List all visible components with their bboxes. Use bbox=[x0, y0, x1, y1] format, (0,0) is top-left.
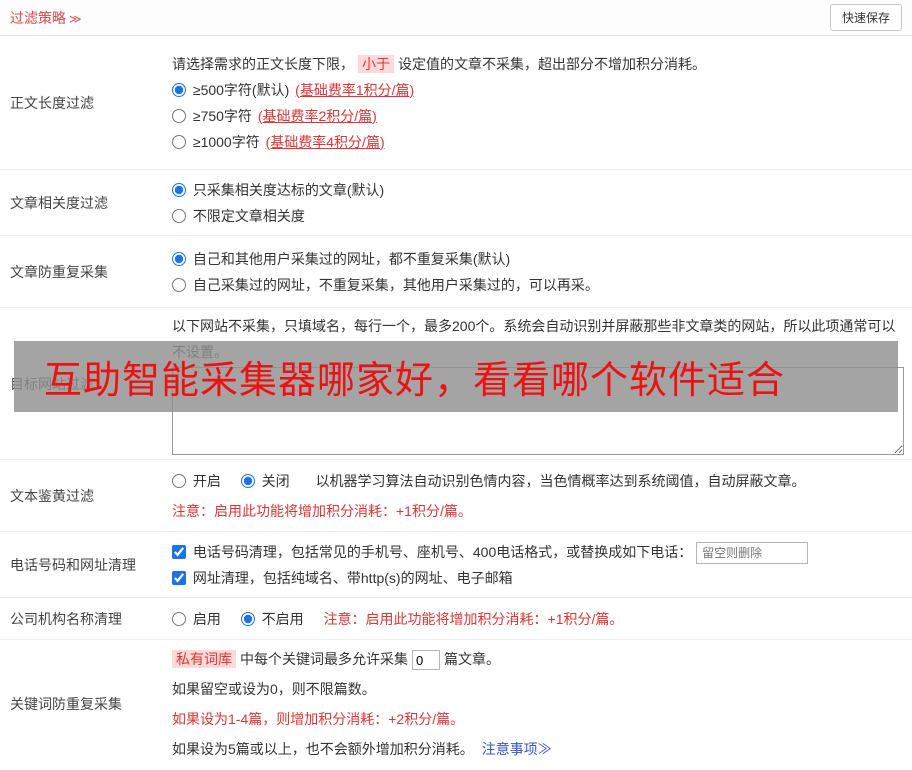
notes-link[interactable]: 注意事项≫ bbox=[482, 741, 552, 757]
option-label: ≥500字符(默认) bbox=[192, 81, 294, 98]
length-filter-label: 正文长度过滤 bbox=[10, 94, 94, 111]
relevance-filter-label: 文章相关度过滤 bbox=[10, 194, 108, 211]
url-clean-checkbox[interactable] bbox=[172, 570, 186, 585]
dedup-filter-label: 文章防重复采集 bbox=[10, 263, 108, 280]
intro-text-after: 设定值的文章不采集，超出部分不增加积分消耗。 bbox=[398, 55, 706, 72]
relevance-filter-content: 只采集相关度达标的文章(默认) 不限定文章相关度 bbox=[172, 171, 912, 235]
porn-option-off[interactable]: 关闭 bbox=[240, 472, 294, 489]
option-cost: (基础费率4积分/篇) bbox=[265, 133, 385, 150]
keyword-dedup-line2: 如果留空或设为0，则不限篇数。 bbox=[172, 681, 376, 697]
watermark-overlay: 互助智能采集器哪家好，看看哪个软件适合 bbox=[14, 341, 898, 412]
intro-text-before: 请选择需求的正文长度下限， bbox=[172, 55, 354, 72]
porn-option-off-radio[interactable] bbox=[240, 473, 255, 488]
length-option-1000-radio[interactable] bbox=[172, 134, 186, 149]
option-label: 不启用 bbox=[261, 610, 304, 627]
length-option-row-750: ≥750字符 (基础费率2积分/篇) bbox=[172, 103, 904, 129]
length-option-750-radio[interactable] bbox=[172, 108, 186, 123]
dedup-filter-content: 自己和其他用户采集过的网址，都不重复采集(默认) 自己采集过的网址，不重复采集，… bbox=[172, 240, 912, 304]
company-clean-enable-radio[interactable] bbox=[172, 611, 186, 626]
keyword-dedup-label: 关键词防重复采集 bbox=[10, 696, 122, 712]
length-option-500[interactable]: ≥500字符(默认) (基础费率1积分/篇) bbox=[172, 82, 414, 98]
porn-filter-label: 文本鉴黄过滤 bbox=[10, 487, 94, 504]
keyword-dedup-line4: 如果设为5篇或以上，也不会额外增加积分消耗。 注意事项≫ bbox=[172, 734, 904, 764]
length-option-750[interactable]: ≥750字符 (基础费率2积分/篇) bbox=[172, 108, 377, 124]
option-label: 自己和其他用户采集过的网址，都不重复采集(默认) bbox=[192, 250, 511, 267]
option-label: 只采集相关度达标的文章(默认) bbox=[192, 181, 385, 198]
relevance-option-any[interactable]: 不限定文章相关度 bbox=[172, 208, 305, 224]
option-cost: (基础费率1积分/篇) bbox=[295, 81, 415, 98]
keyword-dedup-line3: 如果设为1-4篇，则增加积分消耗：+2积分/篇。 bbox=[172, 711, 465, 727]
line1-text: 中每个关键词最多允许采集 bbox=[240, 651, 408, 667]
length-option-1000[interactable]: ≥1000字符 (基础费率4积分/篇) bbox=[172, 134, 385, 150]
option-label: 启用 bbox=[192, 610, 221, 627]
line4-text: 如果设为5篇或以上，也不会额外增加积分消耗。 bbox=[172, 741, 474, 757]
porn-filter-note: 注意：启用此功能将增加积分消耗：+1积分/篇。 bbox=[172, 502, 472, 519]
row-relevance-filter: 文章相关度过滤 只采集相关度达标的文章(默认) 不限定文章相关度 bbox=[0, 170, 912, 236]
porn-filter-content: 开启 关闭 以机器学习算法自动识别色情内容，当色情概率达到系统阈值，自动屏蔽文章… bbox=[172, 462, 912, 530]
company-clean-note: 注意：启用此功能将增加积分消耗：+1积分/篇。 bbox=[323, 610, 624, 627]
highlight-less-than: 小于 bbox=[358, 54, 394, 73]
porn-filter-description: 以机器学习算法自动识别色情内容，当色情概率达到系统阈值，自动屏蔽文章。 bbox=[315, 472, 806, 489]
watermark-text: 互助智能采集器哪家好，看看哪个软件适合 bbox=[44, 360, 786, 402]
keyword-dedup-content: 私有词库中每个关键词最多允许采集 篇文章。 如果留空或设为0，则不限篇数。 如果设… bbox=[172, 638, 912, 770]
relevance-option-strict[interactable]: 只采集相关度达标的文章(默认) bbox=[172, 182, 384, 198]
company-clean-label: 公司机构名称清理 bbox=[10, 610, 122, 627]
row-target-site-filter: 目标网站过滤 以下网站不采集，只填域名，每行一个，最多200个。系统会自动识别并… bbox=[0, 308, 912, 460]
line1-end: 篇文章。 bbox=[444, 651, 500, 667]
company-clean-content: 启用 不启用 注意：启用此功能将增加积分消耗：+1积分/篇。 bbox=[172, 600, 912, 638]
option-label: 自己采集过的网址，不重复采集，其他用户采集过的，可以再采。 bbox=[192, 276, 599, 293]
row-company-clean: 公司机构名称清理 启用 不启用 注意：启用此功能将增加积分消耗：+1积分/篇。 bbox=[0, 598, 912, 640]
url-clean-option[interactable]: 网址清理，包括纯域名、带http(s)的网址、电子邮箱 bbox=[172, 570, 513, 586]
page-title[interactable]: 过滤策略 ≫ bbox=[10, 8, 82, 28]
collapse-chevron-icon: ≫ bbox=[69, 11, 82, 26]
dedup-option-self[interactable]: 自己采集过的网址，不重复采集，其他用户采集过的，可以再采。 bbox=[172, 277, 599, 293]
row-phone-url-clean: 电话号码和网址清理 电话号码清理，包括常见的手机号、座机号、400电话格式，或替… bbox=[0, 532, 912, 598]
option-label: ≥750字符 bbox=[192, 107, 256, 124]
company-clean-disable[interactable]: 不启用 bbox=[240, 610, 308, 627]
option-label: 开启 bbox=[192, 472, 221, 489]
option-label: 关闭 bbox=[261, 472, 290, 489]
porn-option-on[interactable]: 开启 bbox=[172, 473, 225, 489]
dedup-option-self-radio[interactable] bbox=[172, 277, 186, 292]
phone-url-clean-content: 电话号码清理，包括常见的手机号、座机号、400电话格式，或替换成如下电话： 网址… bbox=[172, 533, 912, 597]
length-option-row-1000: ≥1000字符 (基础费率4积分/篇) bbox=[172, 129, 904, 155]
highlight-private-lexicon: 私有词库 bbox=[172, 650, 236, 668]
length-option-row-500: ≥500字符(默认) (基础费率1积分/篇) bbox=[172, 77, 904, 103]
option-label: 不限定文章相关度 bbox=[192, 207, 305, 224]
phone-replacement-input[interactable] bbox=[696, 541, 809, 564]
keyword-max-count-input[interactable] bbox=[412, 650, 440, 671]
dedup-option-global-radio[interactable] bbox=[172, 251, 186, 266]
length-filter-intro: 请选择需求的正文长度下限， 小于 设定值的文章不采集，超出部分不增加积分消耗。 bbox=[172, 51, 904, 77]
relevance-option-any-radio[interactable] bbox=[172, 208, 186, 223]
phone-clean-option[interactable]: 电话号码清理，包括常见的手机号、座机号、400电话格式，或替换成如下电话： bbox=[172, 544, 696, 560]
length-option-500-radio[interactable] bbox=[172, 82, 186, 97]
row-porn-filter: 文本鉴黄过滤 开启 关闭 以机器学习算法自动识别色情内容，当色情概率达到系统阈值… bbox=[0, 460, 912, 532]
row-length-filter: 正文长度过滤 请选择需求的正文长度下限， 小于 设定值的文章不采集，超出部分不增加积… bbox=[0, 36, 912, 170]
option-label: 电话号码清理，包括常见的手机号、座机号、400电话格式，或替换成如下电话： bbox=[192, 543, 693, 560]
quick-save-button[interactable]: 快速保存 bbox=[829, 4, 902, 31]
row-keyword-dedup: 关键词防重复采集 私有词库中每个关键词最多允许采集 篇文章。 如果留空或设为0，则… bbox=[0, 640, 912, 768]
row-dedup-filter: 文章防重复采集 自己和其他用户采集过的网址，都不重复采集(默认) 自己采集过的网… bbox=[0, 236, 912, 308]
option-label: ≥1000字符 bbox=[192, 133, 264, 150]
phone-clean-checkbox[interactable] bbox=[172, 544, 186, 559]
company-clean-disable-radio[interactable] bbox=[240, 611, 255, 626]
page-title-text: 过滤策略 bbox=[10, 9, 66, 26]
dedup-option-global[interactable]: 自己和其他用户采集过的网址，都不重复采集(默认) bbox=[172, 251, 510, 267]
option-cost: (基础费率2积分/篇) bbox=[257, 107, 377, 124]
option-label: 网址清理，包括纯域名、带http(s)的网址、电子邮箱 bbox=[192, 569, 513, 586]
length-filter-content: 请选择需求的正文长度下限， 小于 设定值的文章不采集，超出部分不增加积分消耗。 ≥5… bbox=[172, 45, 912, 161]
phone-url-clean-label: 电话号码和网址清理 bbox=[10, 556, 136, 573]
company-clean-enable[interactable]: 启用 bbox=[172, 611, 225, 627]
porn-option-on-radio[interactable] bbox=[172, 473, 186, 488]
relevance-option-strict-radio[interactable] bbox=[172, 182, 186, 197]
keyword-dedup-line1: 私有词库中每个关键词最多允许采集 篇文章。 bbox=[172, 644, 904, 674]
header: 过滤策略 ≫ 快速保存 bbox=[0, 0, 912, 36]
